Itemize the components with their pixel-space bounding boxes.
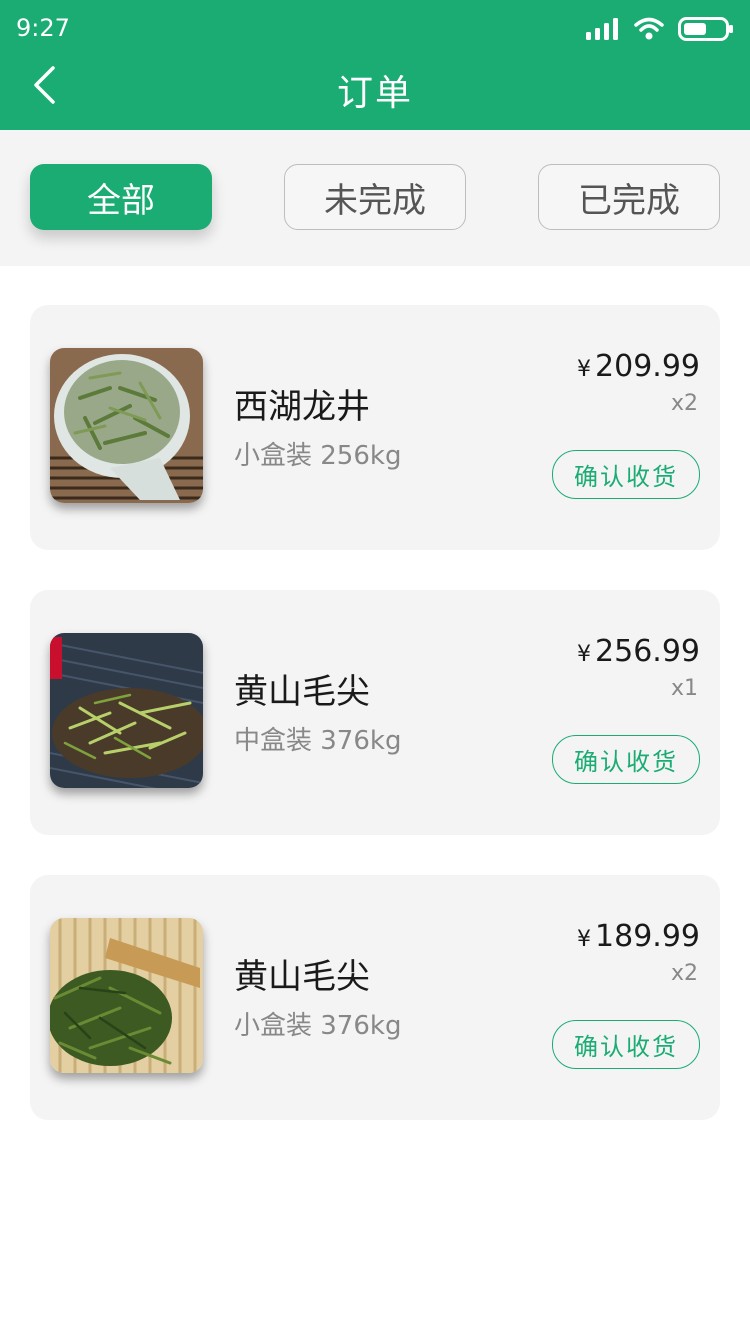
tab-incomplete[interactable]: 未完成 — [284, 164, 466, 230]
product-image — [50, 348, 203, 503]
product-quantity: x2 — [670, 961, 698, 986]
product-quantity: x1 — [670, 676, 698, 701]
signal-icon — [586, 18, 620, 44]
product-spec: 小盒装 376kg — [234, 1011, 402, 1041]
page-title: 订单 — [336, 73, 413, 114]
product-price: ¥ 189.99 — [577, 919, 700, 954]
currency-symbol: ¥ — [577, 927, 592, 952]
confirm-receipt-button[interactable]: 确认收货 — [552, 735, 700, 784]
price-value: 209.99 — [595, 349, 700, 384]
app-header: 9:27 订单 — [0, 0, 750, 130]
battery-icon — [678, 17, 734, 45]
product-image — [50, 918, 203, 1073]
product-spec: 中盒装 376kg — [234, 726, 402, 756]
product-image — [50, 633, 203, 788]
currency-symbol: ¥ — [577, 642, 592, 667]
status-icons — [586, 16, 734, 46]
product-name: 黄山毛尖 — [234, 957, 370, 997]
product-spec: 小盒装 256kg — [234, 441, 402, 471]
price-value: 256.99 — [595, 634, 700, 669]
wifi-icon — [634, 17, 664, 45]
filter-tabs: 全部 未完成 已完成 — [0, 130, 750, 266]
order-card[interactable]: 西湖龙井 小盒装 256kg ¥ 209.99 x2 确认收货 — [30, 305, 720, 550]
product-name: 黄山毛尖 — [234, 672, 370, 712]
price-value: 189.99 — [595, 919, 700, 954]
confirm-receipt-button[interactable]: 确认收货 — [552, 450, 700, 499]
confirm-receipt-button[interactable]: 确认收货 — [552, 1020, 700, 1069]
tab-all[interactable]: 全部 — [30, 164, 212, 230]
order-card[interactable]: 黄山毛尖 小盒装 376kg ¥ 189.99 x2 确认收货 — [30, 875, 720, 1120]
currency-symbol: ¥ — [577, 357, 592, 382]
order-card[interactable]: 黄山毛尖 中盒装 376kg ¥ 256.99 x1 确认收货 — [30, 590, 720, 835]
product-quantity: x2 — [670, 391, 698, 416]
tab-completed[interactable]: 已完成 — [538, 164, 720, 230]
product-price: ¥ 256.99 — [577, 634, 700, 669]
product-price: ¥ 209.99 — [577, 349, 700, 384]
status-time: 9:27 — [16, 14, 70, 42]
product-name: 西湖龙井 — [234, 387, 370, 427]
